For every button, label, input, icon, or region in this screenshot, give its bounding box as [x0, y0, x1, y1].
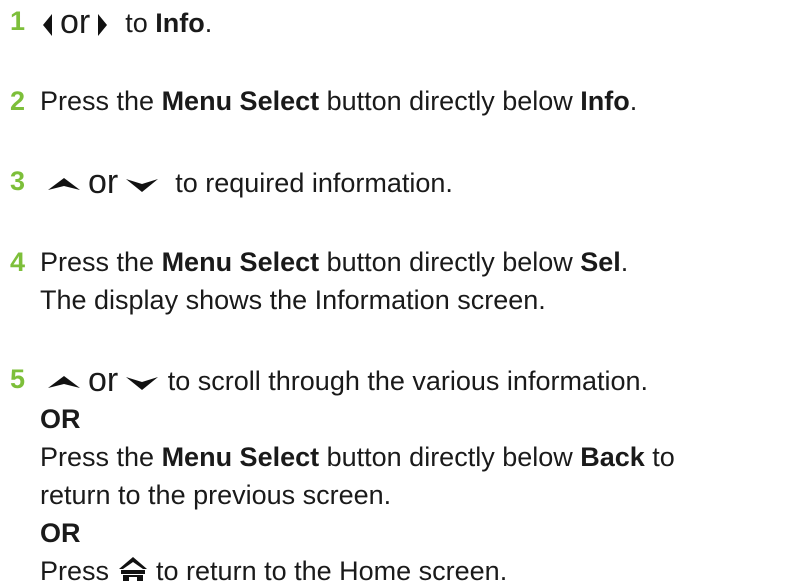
step-bold-text: Menu Select — [161, 442, 320, 472]
step-line: Press to return to the Home screen. — [40, 552, 804, 581]
step-text: to — [125, 8, 156, 38]
or-word: or — [60, 3, 91, 41]
step-text: to return to the Home screen. — [148, 556, 508, 581]
step-body: or to scroll through the various informa… — [40, 360, 804, 581]
step-bold-text: Sel — [580, 247, 621, 277]
step-line: or to required information. — [40, 162, 804, 202]
step-text: to scroll through the various informatio… — [167, 366, 648, 396]
down-arrow-icon — [126, 376, 159, 390]
home-icon — [118, 556, 147, 581]
step-text: Press — [40, 556, 117, 581]
step-text: to — [644, 442, 675, 472]
down-arrow-icon — [126, 178, 159, 192]
step-bold-text: Back — [580, 442, 645, 472]
step-number: 1 — [10, 6, 26, 36]
step-text: . — [629, 86, 638, 116]
step-bold-text: Info — [580, 86, 630, 116]
right-arrow-icon — [98, 13, 108, 36]
step-line: Press the Menu Select button directly be… — [40, 438, 804, 476]
step-text: . — [204, 8, 213, 38]
step-text: Press the — [40, 86, 162, 116]
or-word: or — [88, 163, 119, 201]
step-body: or to Info. — [40, 2, 804, 42]
step-line-2: The display shows the Information screen… — [40, 285, 546, 315]
up-arrow-icon — [48, 177, 80, 190]
step-text: button directly below — [319, 442, 581, 472]
step-body: Press the Menu Select button directly be… — [40, 243, 804, 319]
step-line: Press the Menu Select button directly be… — [40, 243, 804, 281]
step-body: Press the Menu Select button directly be… — [40, 82, 804, 120]
or-separator: OR — [40, 518, 81, 548]
step-text: button directly below — [319, 247, 581, 277]
step-text: button directly below — [319, 86, 581, 116]
step-bold-text: Menu Select — [161, 247, 320, 277]
step-text: Press the — [40, 442, 162, 472]
step-number: 3 — [10, 166, 26, 196]
step-line: return to the previous screen. — [40, 480, 392, 510]
step-text: to required information. — [175, 168, 453, 198]
step-bold-text: Menu Select — [161, 86, 320, 116]
step-body: or to required information. — [40, 162, 804, 202]
or-separator: OR — [40, 404, 81, 434]
or-word: or — [88, 361, 119, 399]
up-arrow-icon — [48, 375, 80, 388]
step-bold-text: Info — [155, 8, 205, 38]
step-text: Press the — [40, 247, 162, 277]
step-line: Press the Menu Select button directly be… — [40, 82, 804, 120]
step-line: or to Info. — [40, 2, 804, 42]
left-arrow-icon — [43, 13, 52, 36]
step-line: or to scroll through the various informa… — [40, 360, 804, 400]
step-number: 4 — [10, 247, 26, 277]
step-text: . — [620, 247, 629, 277]
step-number: 5 — [10, 364, 26, 394]
step-number: 2 — [10, 86, 26, 116]
